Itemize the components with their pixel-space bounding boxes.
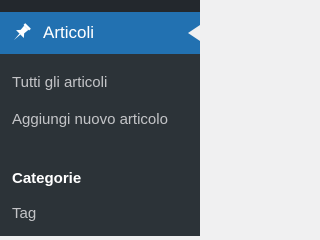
submenu-item-add-new-post[interactable]: Aggiungi nuovo articolo — [12, 108, 192, 131]
admin-sidebar: Articoli Tutti gli articoli Aggiungi nuo… — [0, 0, 200, 236]
submenu-item-all-posts[interactable]: Tutti gli articoli — [12, 71, 192, 94]
current-menu-arrow — [188, 25, 200, 41]
menu-item-articoli[interactable]: Articoli — [0, 12, 200, 54]
pushpin-icon — [8, 20, 34, 46]
submenu-item-tags[interactable]: Tag — [12, 202, 192, 225]
menu-item-label: Articoli — [43, 23, 95, 42]
previous-menu-strip — [0, 0, 200, 12]
submenu-item-categories[interactable]: Categorie — [12, 167, 192, 190]
